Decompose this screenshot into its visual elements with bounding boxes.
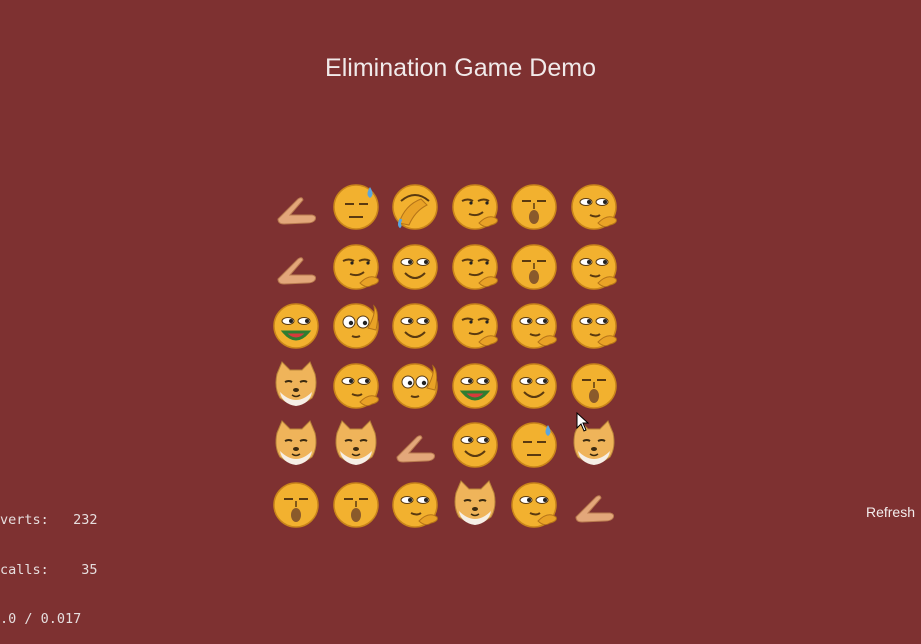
tile-thinking-face-icon[interactable] <box>387 477 443 533</box>
tile-thinking-face-icon[interactable] <box>328 358 384 414</box>
tile-sweat-face-icon[interactable] <box>506 417 562 473</box>
debug-stats: verts: 232 calls: 35 .0 / 0.017 <box>0 479 98 644</box>
smirk-face-icon <box>451 303 498 349</box>
refresh-button[interactable]: Refresh <box>866 504 915 520</box>
tile-whistle-face-icon[interactable] <box>328 477 384 533</box>
thinking-face-icon <box>332 362 379 409</box>
thinking-face-icon <box>570 184 617 230</box>
stats-calls: calls: 35 <box>0 561 98 578</box>
tile-whistle-face-icon[interactable] <box>566 358 622 414</box>
smirk-face-icon <box>332 243 379 290</box>
watermelon-face-icon <box>451 362 498 409</box>
watermelon-face-icon <box>273 303 319 349</box>
smile-face-icon <box>451 422 498 468</box>
hand-point-icon <box>574 494 614 523</box>
tile-thinking-face-icon[interactable] <box>566 239 622 295</box>
wave-face-icon <box>392 362 438 409</box>
tile-smile-face-icon[interactable] <box>447 417 503 473</box>
tile-hand-point-icon[interactable] <box>268 239 324 295</box>
tile-thinking-face-icon[interactable] <box>566 298 622 354</box>
hand-point-icon <box>277 256 317 285</box>
tile-smile-face-icon[interactable] <box>387 298 443 354</box>
tile-cat-face-icon[interactable] <box>566 417 622 473</box>
stats-time: .0 / 0.017 <box>0 611 82 627</box>
cat-face-icon <box>454 479 495 525</box>
tile-smirk-face-icon[interactable] <box>328 239 384 295</box>
thinking-face-icon <box>570 303 617 349</box>
sweat-face-icon <box>511 422 557 468</box>
hand-point-icon <box>277 197 317 225</box>
tile-smile-face-icon[interactable] <box>387 239 443 295</box>
smile-face-icon <box>392 243 438 290</box>
stats-verts: verts: 232 <box>0 512 98 528</box>
thinking-face-icon <box>392 481 438 528</box>
thinking-face-icon <box>570 243 617 290</box>
smile-face-icon <box>392 303 438 349</box>
tile-whistle-face-icon[interactable] <box>506 239 562 295</box>
tile-sweat-face-icon[interactable] <box>328 179 384 235</box>
wave-face-icon <box>332 303 379 349</box>
smirk-face-icon <box>451 243 498 290</box>
tile-smirk-face-icon[interactable] <box>447 298 503 354</box>
smile-face-icon <box>511 362 557 409</box>
tile-watermelon-face-icon[interactable] <box>268 298 324 354</box>
thinking-face-icon <box>511 481 557 528</box>
whistle-face-icon <box>511 184 557 230</box>
tile-thinking-face-icon[interactable] <box>566 179 622 235</box>
sweat-face-icon <box>332 184 379 230</box>
whistle-face-icon <box>511 243 557 290</box>
tile-cat-face-icon[interactable] <box>268 358 324 414</box>
tile-whistle-face-icon[interactable] <box>268 477 324 533</box>
game-board <box>268 179 628 539</box>
tile-hand-point-icon[interactable] <box>268 179 324 235</box>
tile-smirk-face-icon[interactable] <box>447 179 503 235</box>
tile-thinking-face-icon[interactable] <box>506 298 562 354</box>
cat-face-icon <box>573 420 614 465</box>
tile-whistle-face-icon[interactable] <box>506 179 562 235</box>
tile-wave-face-icon[interactable] <box>387 358 443 414</box>
tile-cat-face-icon[interactable] <box>328 417 384 473</box>
whistle-face-icon <box>570 362 617 409</box>
whistle-face-icon <box>273 481 319 528</box>
tile-thinking-face-icon[interactable] <box>506 477 562 533</box>
whistle-face-icon <box>332 481 379 528</box>
tile-hand-point-icon[interactable] <box>387 417 443 473</box>
cat-face-icon <box>335 420 376 465</box>
tile-cat-face-icon[interactable] <box>447 477 503 533</box>
tile-facepalm-face-icon[interactable] <box>387 179 443 235</box>
tile-cat-face-icon[interactable] <box>268 417 324 473</box>
tile-hand-point-icon[interactable] <box>566 477 622 533</box>
cat-face-icon <box>275 360 317 406</box>
smirk-face-icon <box>451 184 498 230</box>
facepalm-face-icon <box>392 184 438 230</box>
tile-watermelon-face-icon[interactable] <box>447 358 503 414</box>
cat-face-icon <box>275 420 317 465</box>
thinking-face-icon <box>511 303 557 349</box>
mouse-cursor-icon <box>576 412 590 432</box>
tile-smirk-face-icon[interactable] <box>447 239 503 295</box>
tile-smile-face-icon[interactable] <box>506 358 562 414</box>
tile-wave-face-icon[interactable] <box>328 298 384 354</box>
game-title: Elimination Game Demo <box>325 54 596 82</box>
hand-point-icon <box>396 435 436 463</box>
